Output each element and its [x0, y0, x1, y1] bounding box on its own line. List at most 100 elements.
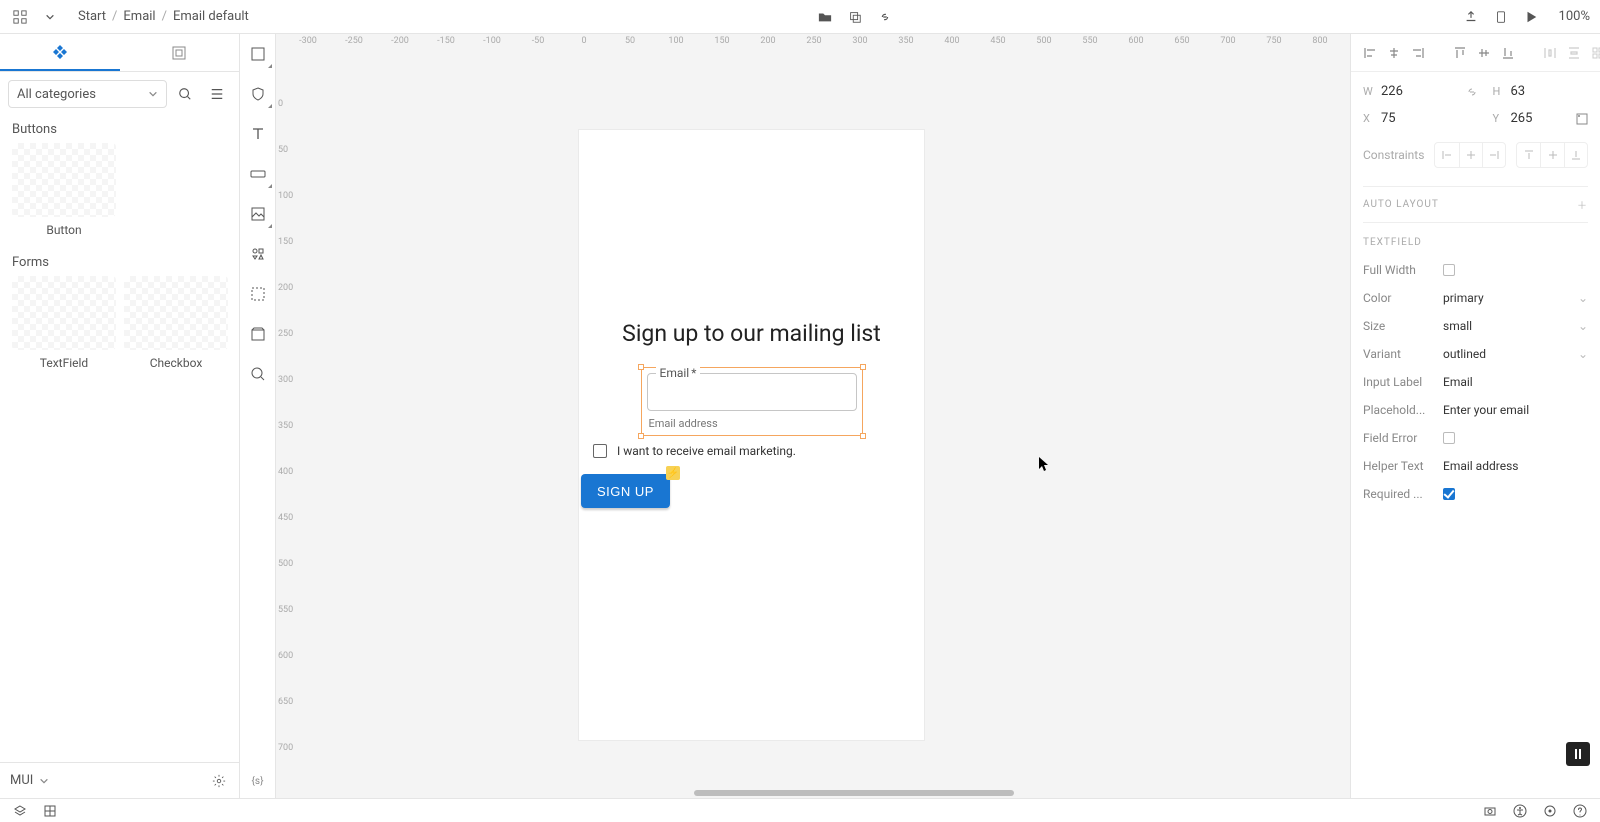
size-select[interactable]: small⌄	[1443, 319, 1588, 333]
category-select[interactable]: All categories	[8, 80, 167, 108]
tool-slot[interactable]	[246, 282, 270, 306]
target-icon[interactable]	[1540, 801, 1560, 821]
resize-handle[interactable]	[860, 433, 866, 439]
play-icon[interactable]	[1521, 7, 1541, 27]
align-bottom-icon[interactable]	[1497, 42, 1519, 64]
component-thumb-button[interactable]: Button	[12, 143, 116, 237]
design-system-select[interactable]: MUI	[10, 773, 49, 788]
resize-handle[interactable]	[638, 433, 644, 439]
scrollbar-horizontal[interactable]	[694, 790, 1014, 796]
ruler-tick: 150	[278, 237, 293, 247]
list-view-icon[interactable]	[203, 80, 231, 108]
dim-label-x: X	[1363, 112, 1375, 125]
tab-components[interactable]	[0, 34, 120, 71]
constraint-vcenter-icon[interactable]	[1540, 143, 1563, 167]
field-error-checkbox[interactable]	[1443, 432, 1455, 444]
grid-icon[interactable]	[40, 801, 60, 821]
tool-image[interactable]	[246, 202, 270, 226]
tool-search[interactable]	[246, 362, 270, 386]
thumb-label: Button	[12, 217, 116, 237]
statusbar	[0, 798, 1600, 822]
tool-frame[interactable]	[246, 322, 270, 346]
ruler-tick: 200	[760, 36, 775, 46]
checkbox-icon[interactable]	[593, 444, 607, 458]
color-select[interactable]: primary⌄	[1443, 291, 1588, 305]
marketing-checkbox-row[interactable]: I want to receive email marketing.	[593, 444, 924, 458]
ruler-tick: 300	[852, 36, 867, 46]
resize-handle[interactable]	[860, 364, 866, 370]
tool-state[interactable]: {s}	[246, 774, 270, 798]
constraint-hcenter-icon[interactable]	[1459, 143, 1482, 167]
x-input[interactable]: 75	[1381, 109, 1459, 128]
variant-select[interactable]: outlined⌄	[1443, 347, 1588, 361]
email-field[interactable]: Email*	[647, 373, 857, 411]
artboard[interactable]: Sign up to our mailing list Email* Email…	[579, 130, 924, 740]
layers-icon[interactable]	[10, 801, 30, 821]
ruler-horizontal: -300-250-200-150-100-5005010015020025030…	[294, 34, 1350, 52]
tool-shield[interactable]	[246, 82, 270, 106]
tool-icons[interactable]	[246, 242, 270, 266]
design-surface[interactable]: Sign up to our mailing list Email* Email…	[294, 52, 1350, 798]
link-icon[interactable]	[875, 7, 895, 27]
signup-button[interactable]: SIGN UP	[581, 474, 670, 508]
canvas[interactable]: -300-250-200-150-100-5005010015020025030…	[276, 34, 1350, 798]
constraint-right-icon[interactable]	[1482, 143, 1505, 167]
breadcrumb-sep: /	[112, 9, 117, 24]
export-icon[interactable]	[1461, 7, 1481, 27]
search-icon[interactable]	[171, 80, 199, 108]
breadcrumb-item[interactable]: Email default	[173, 9, 249, 24]
height-input[interactable]: 63	[1511, 82, 1589, 101]
camera-icon[interactable]	[1480, 801, 1500, 821]
helper-text-field[interactable]: Email address	[1443, 459, 1588, 473]
alignment-toolbar	[1351, 34, 1600, 72]
tool-text[interactable]	[246, 122, 270, 146]
component-thumb-checkbox[interactable]: Checkbox	[124, 276, 228, 370]
copy-icon[interactable]	[845, 7, 865, 27]
align-left-icon[interactable]	[1359, 42, 1381, 64]
zoom-level[interactable]: 100%	[1559, 9, 1590, 24]
accessibility-icon[interactable]	[1510, 801, 1530, 821]
ruler-tick: 300	[278, 375, 293, 385]
align-top-icon[interactable]	[1449, 42, 1471, 64]
constraint-left-icon[interactable]	[1435, 143, 1458, 167]
width-input[interactable]: 226	[1381, 82, 1459, 101]
placeholder-field[interactable]: Enter your email	[1443, 403, 1588, 417]
help-icon[interactable]	[1570, 801, 1590, 821]
tab-layers[interactable]	[120, 34, 240, 71]
link-wh-icon[interactable]	[1465, 85, 1487, 99]
align-right-icon[interactable]	[1407, 42, 1429, 64]
align-vcenter-icon[interactable]	[1473, 42, 1495, 64]
app-menu-icon[interactable]	[10, 7, 30, 27]
chevron-down-icon[interactable]	[40, 7, 60, 27]
ruler-tick: 0	[278, 99, 283, 109]
selected-element-textfield[interactable]: Email* Email address	[647, 373, 857, 430]
design-system-label: MUI	[10, 773, 33, 788]
y-input[interactable]: 265	[1511, 109, 1589, 128]
breadcrumb-item[interactable]: Email	[123, 9, 155, 24]
component-thumb-textfield[interactable]: TextField	[12, 276, 116, 370]
align-hcenter-icon[interactable]	[1383, 42, 1405, 64]
tool-input[interactable]	[246, 162, 270, 186]
thumb-label: Checkbox	[124, 350, 228, 370]
breadcrumb: Start / Email / Email default	[78, 9, 249, 24]
thumb-label: TextField	[12, 350, 116, 370]
required-checkbox[interactable]	[1443, 488, 1455, 500]
constraint-h-group	[1434, 142, 1506, 168]
constraint-top-icon[interactable]	[1517, 143, 1540, 167]
origin-icon[interactable]	[1576, 113, 1588, 125]
section-title-forms: Forms	[0, 249, 239, 276]
tool-rect[interactable]	[246, 42, 270, 66]
constraint-bottom-icon[interactable]	[1564, 143, 1587, 167]
distribute-v-icon	[1563, 42, 1585, 64]
topbar: Start / Email / Email default 100%	[0, 0, 1600, 34]
input-label-field[interactable]: Email	[1443, 375, 1588, 389]
full-width-checkbox[interactable]	[1443, 264, 1455, 276]
folder-icon[interactable]	[815, 7, 835, 27]
device-icon[interactable]	[1491, 7, 1511, 27]
ruler-tick: 750	[1266, 36, 1281, 46]
add-auto-layout-icon[interactable]: ＋	[1577, 197, 1588, 212]
resize-handle[interactable]	[638, 364, 644, 370]
breadcrumb-item[interactable]: Start	[78, 9, 106, 24]
gear-icon[interactable]	[209, 771, 229, 791]
panel-toggle-icon[interactable]	[1566, 742, 1590, 766]
